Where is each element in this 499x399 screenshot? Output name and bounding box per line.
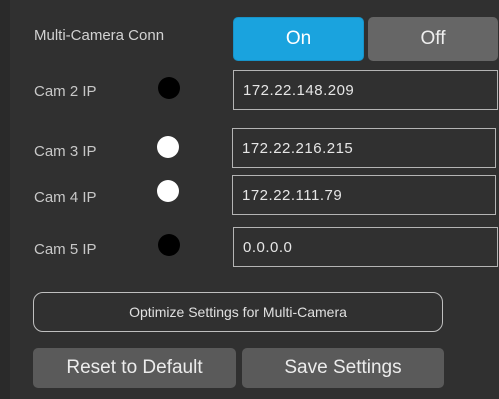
cam-4-ip-label: Cam 4 IP — [34, 189, 97, 206]
save-settings-button[interactable]: Save Settings — [242, 348, 444, 388]
panel-left-edge — [0, 0, 10, 399]
multi-camera-settings-panel: Multi-Camera Conn On Off Cam 2 IP Cam 3 … — [0, 0, 499, 399]
optimize-settings-button[interactable]: Optimize Settings for Multi-Camera — [33, 292, 443, 332]
reset-to-default-button[interactable]: Reset to Default — [33, 348, 236, 388]
cam-2-status-indicator — [158, 77, 180, 99]
multi-camera-on-button[interactable]: On — [233, 17, 364, 61]
cam-4-ip-field[interactable] — [232, 175, 496, 215]
cam-5-status-indicator — [158, 234, 180, 256]
cam-3-status-indicator — [157, 136, 179, 158]
cam-2-ip-label: Cam 2 IP — [34, 83, 97, 100]
multi-camera-off-button[interactable]: Off — [368, 17, 498, 61]
cam-4-status-indicator — [157, 180, 179, 202]
cam-2-ip-field[interactable] — [233, 70, 498, 110]
cam-5-ip-label: Cam 5 IP — [34, 241, 97, 258]
cam-3-ip-field[interactable] — [232, 128, 496, 168]
cam-5-ip-field[interactable] — [233, 227, 498, 267]
multi-camera-conn-label: Multi-Camera Conn — [34, 27, 165, 44]
cam-3-ip-label: Cam 3 IP — [34, 143, 97, 160]
